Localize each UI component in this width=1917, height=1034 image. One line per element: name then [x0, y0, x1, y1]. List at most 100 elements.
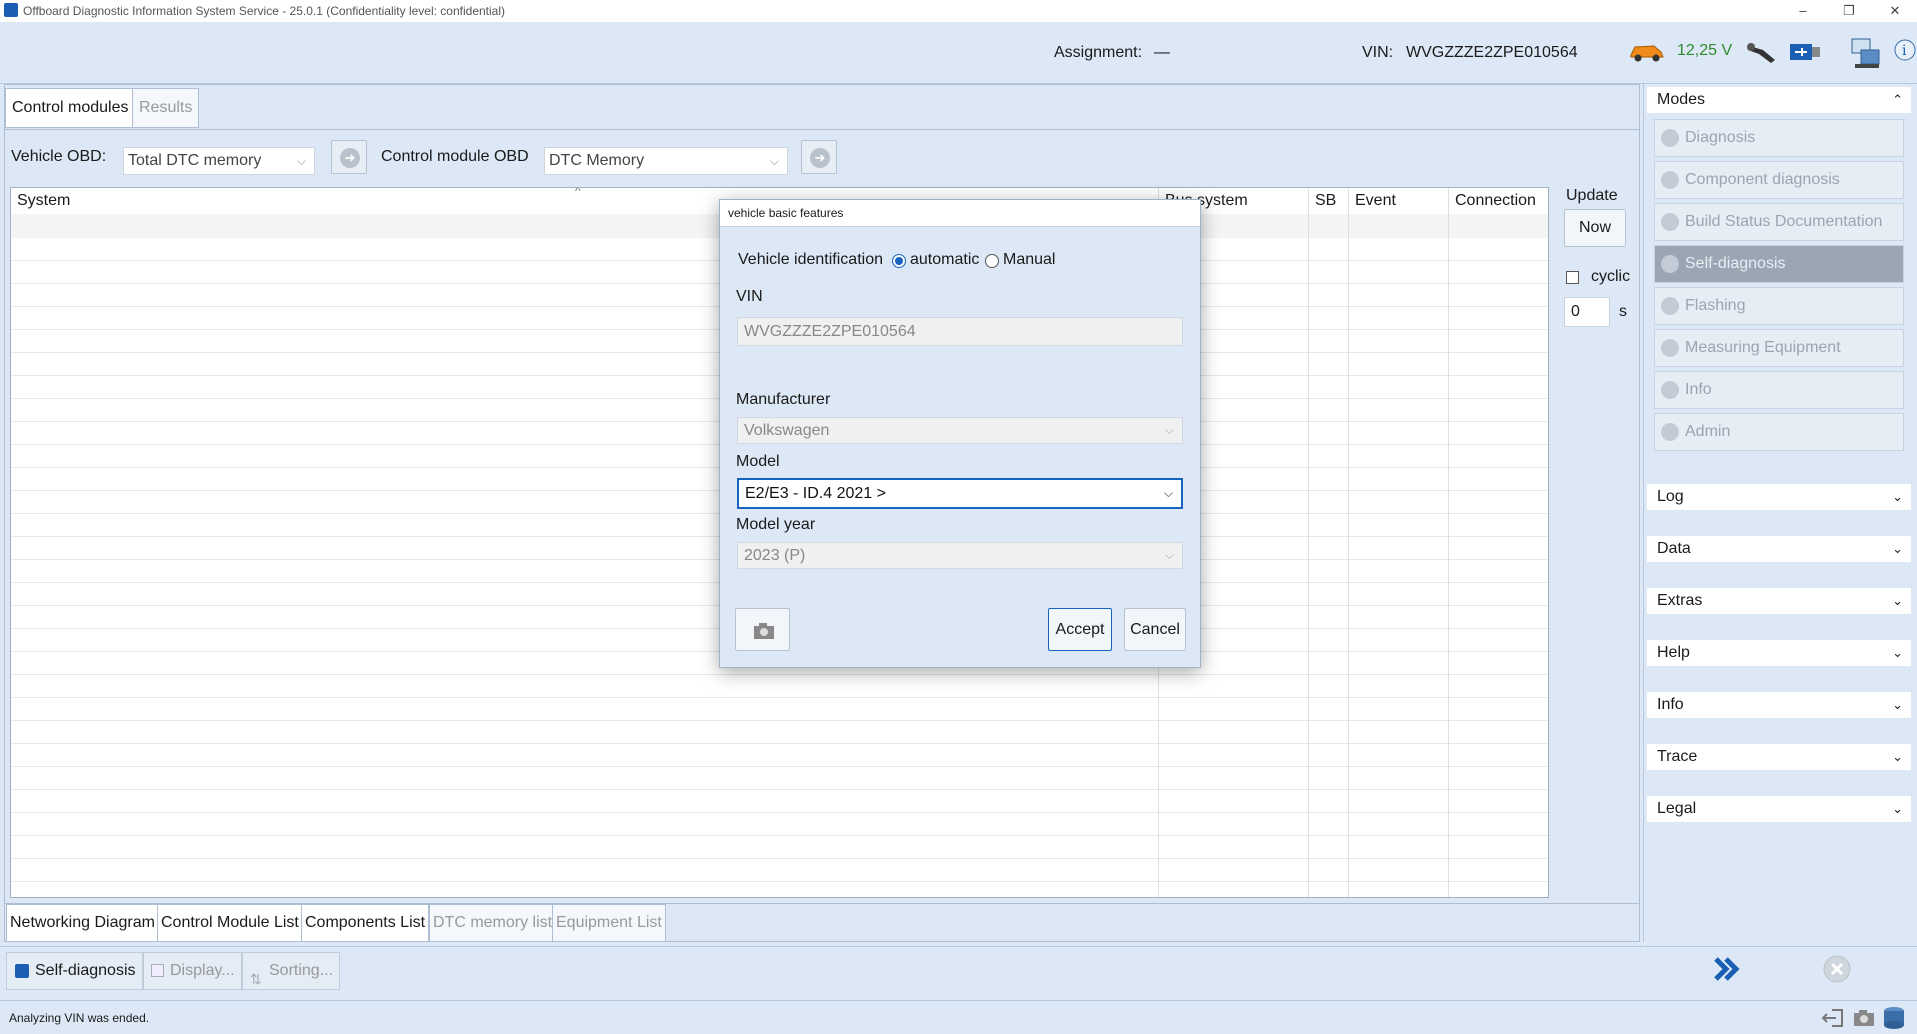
sorting-icon: ⇅ [250, 971, 262, 987]
minimize-button[interactable]: – [1780, 0, 1826, 22]
display-icon [151, 964, 164, 977]
vehicle-obd-select[interactable]: Total DTC memory ⌵ [123, 147, 315, 175]
expand-icon: ⌄ [1892, 645, 1903, 660]
table-row[interactable] [11, 882, 1548, 897]
exit-icon[interactable] [1820, 1007, 1846, 1029]
tab-equipment-list[interactable]: Equipment List [552, 904, 666, 942]
tab-dtc-memory-list[interactable]: DTC memory list [429, 904, 557, 942]
manufacturer-select[interactable]: Volkswagen ⌵ [737, 417, 1183, 444]
mode-diagnosis[interactable]: Diagnosis [1654, 119, 1904, 157]
column-divider [1348, 188, 1349, 897]
table-row[interactable] [11, 698, 1548, 721]
mode-self-diagnosis[interactable]: Self-diagnosis [1654, 245, 1904, 283]
assignment-value: — [1154, 44, 1170, 61]
mode-info[interactable]: Info [1654, 371, 1904, 409]
mode-label: Self-diagnosis [1685, 255, 1786, 272]
expand-icon: ⌄ [1892, 541, 1903, 556]
radio-automatic-label[interactable]: automatic [910, 251, 979, 269]
tab-components-list[interactable]: Components List [301, 904, 430, 942]
right-toolbar-divider [1644, 946, 1917, 947]
radio-manual[interactable] [985, 254, 999, 268]
camera-icon [754, 623, 774, 639]
dialog-title: vehicle basic features [720, 200, 1200, 227]
vin-field[interactable]: WVGZZZE2ZPE010564 [737, 317, 1183, 346]
column-header-sb[interactable]: SB [1309, 188, 1349, 235]
cancel-operation-button[interactable] [1819, 951, 1855, 987]
app-icon [4, 3, 18, 17]
forward-button[interactable] [1710, 951, 1746, 987]
database-icon[interactable] [1880, 1005, 1908, 1031]
control-module-go-button[interactable]: ➜ [801, 140, 837, 174]
mode-flashing[interactable]: Flashing [1654, 287, 1904, 325]
table-row[interactable] [11, 744, 1548, 767]
cancel-button[interactable]: Cancel [1124, 608, 1186, 651]
mode-build-status-documentation[interactable]: Build Status Documentation [1654, 203, 1904, 241]
section-label: Legal [1657, 800, 1697, 817]
mode-label: Measuring Equipment [1685, 339, 1841, 356]
mode-measuring-equipment[interactable]: Measuring Equipment [1654, 329, 1904, 367]
build-status-icon [1661, 213, 1679, 231]
accept-button[interactable]: Accept [1048, 608, 1112, 651]
tab-networking-diagram[interactable]: Networking Diagram [6, 904, 159, 942]
vehicle-obd-label: Vehicle OBD: [11, 148, 107, 165]
expand-icon: ⌄ [1892, 489, 1903, 504]
display-button[interactable]: Display... [143, 952, 242, 990]
table-row[interactable] [11, 675, 1548, 698]
tab-results[interactable]: Results [132, 88, 200, 128]
table-row[interactable] [11, 790, 1548, 813]
mode-label: Diagnosis [1685, 129, 1756, 146]
section-legal[interactable]: Legal ⌄ [1647, 796, 1911, 822]
info-icon[interactable]: i [1893, 38, 1917, 66]
car-icon[interactable] [1628, 38, 1666, 64]
table-row[interactable] [11, 767, 1548, 790]
column-header-event[interactable]: Event [1349, 188, 1449, 235]
tab-control-modules[interactable]: Control modules [5, 88, 136, 128]
info-icon [1661, 381, 1679, 399]
screenshot-button[interactable] [735, 608, 790, 651]
table-row[interactable] [11, 813, 1548, 836]
tab-control-module-list[interactable]: Control Module List [157, 904, 303, 942]
vehicle-obd-go-button[interactable]: ➜ [331, 140, 367, 174]
restore-button[interactable]: ❐ [1826, 0, 1872, 22]
usb-icon[interactable] [1788, 40, 1822, 64]
chevron-down-icon: ⌵ [1164, 423, 1174, 437]
update-now-button[interactable]: Now [1564, 209, 1626, 247]
network-icon[interactable] [1849, 36, 1883, 70]
mode-component-diagnosis[interactable]: Component diagnosis [1654, 161, 1904, 199]
vin-value: WVGZZZE2ZPE010564 [1406, 44, 1578, 61]
section-help[interactable]: Help ⌄ [1647, 640, 1911, 666]
column-divider [1308, 188, 1309, 897]
admin-icon [1661, 423, 1679, 441]
expand-icon: ⌄ [1892, 801, 1903, 816]
close-window-button[interactable]: ✕ [1872, 0, 1917, 22]
camera-icon[interactable] [1851, 1007, 1877, 1029]
table-row[interactable] [11, 836, 1548, 859]
cyclic-checkbox[interactable] [1566, 271, 1579, 284]
radio-automatic[interactable] [892, 254, 906, 268]
section-data[interactable]: Data ⌄ [1647, 536, 1911, 562]
collapse-icon: ⌃ [1892, 92, 1903, 107]
model-label: Model [736, 453, 780, 470]
status-message: Analyzing VIN was ended. [9, 1011, 150, 1025]
chevron-down-icon: ⌵ [1163, 486, 1173, 500]
model-select[interactable]: E2/E3 - ID.4 2021 > ⌵ [737, 478, 1183, 509]
cyclic-interval-input[interactable]: 0 [1564, 297, 1610, 327]
diagnosis-icon [1661, 129, 1679, 147]
control-module-obd-select[interactable]: DTC Memory ⌵ [544, 147, 788, 175]
self-diagnosis-button[interactable]: Self-diagnosis [6, 952, 143, 990]
radio-manual-label[interactable]: Manual [1003, 251, 1055, 269]
sorting-button[interactable]: ⇅ Sorting... [242, 952, 341, 990]
column-divider [1448, 188, 1449, 897]
section-extras[interactable]: Extras ⌄ [1647, 588, 1911, 614]
table-row[interactable] [11, 859, 1548, 882]
section-info[interactable]: Info ⌄ [1647, 692, 1911, 718]
table-row[interactable] [11, 721, 1548, 744]
column-header-connection[interactable]: Connection [1449, 188, 1548, 235]
modes-header[interactable]: Modes ⌃ [1647, 87, 1911, 113]
model-year-select[interactable]: 2023 (P) ⌵ [737, 542, 1183, 569]
diagnostic-connector-icon[interactable] [1745, 38, 1779, 66]
section-log[interactable]: Log ⌄ [1647, 484, 1911, 510]
mode-admin[interactable]: Admin [1654, 413, 1904, 451]
model-value: E2/E3 - ID.4 2021 > [745, 485, 886, 502]
section-trace[interactable]: Trace ⌄ [1647, 744, 1911, 770]
